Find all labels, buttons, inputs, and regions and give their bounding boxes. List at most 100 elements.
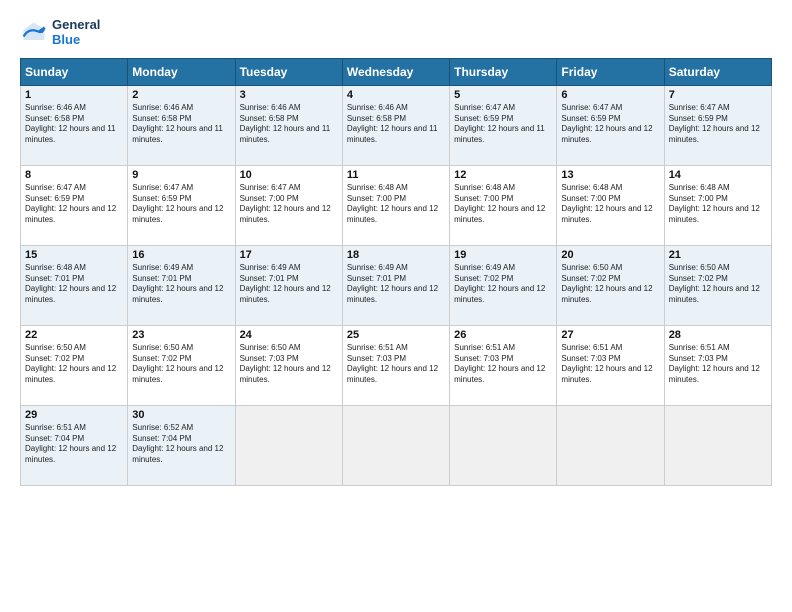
day-info: Sunrise: 6:48 AM Sunset: 7:01 PM Dayligh… (25, 263, 123, 306)
day-number: 27 (561, 329, 659, 341)
day-number: 13 (561, 169, 659, 181)
calendar-cell: 26 Sunrise: 6:51 AM Sunset: 7:03 PM Dayli… (450, 325, 557, 405)
calendar-body: 1 Sunrise: 6:46 AM Sunset: 6:58 PM Daylig… (21, 85, 772, 485)
calendar-cell: 3 Sunrise: 6:46 AM Sunset: 6:58 PM Daylig… (235, 85, 342, 165)
calendar-header-row: SundayMondayTuesdayWednesdayThursdayFrid… (21, 58, 772, 85)
col-header-friday: Friday (557, 58, 664, 85)
calendar-cell: 12 Sunrise: 6:48 AM Sunset: 7:00 PM Dayli… (450, 165, 557, 245)
day-number: 15 (25, 249, 123, 261)
day-info: Sunrise: 6:50 AM Sunset: 7:02 PM Dayligh… (25, 343, 123, 386)
col-header-thursday: Thursday (450, 58, 557, 85)
calendar-table: SundayMondayTuesdayWednesdayThursdayFrid… (20, 58, 772, 486)
day-info: Sunrise: 6:48 AM Sunset: 7:00 PM Dayligh… (669, 183, 767, 226)
day-info: Sunrise: 6:50 AM Sunset: 7:03 PM Dayligh… (240, 343, 338, 386)
calendar-cell: 4 Sunrise: 6:46 AM Sunset: 6:58 PM Daylig… (342, 85, 449, 165)
calendar-cell: 13 Sunrise: 6:48 AM Sunset: 7:00 PM Dayli… (557, 165, 664, 245)
day-number: 3 (240, 89, 338, 101)
calendar-cell: 15 Sunrise: 6:48 AM Sunset: 7:01 PM Dayli… (21, 245, 128, 325)
day-number: 6 (561, 89, 659, 101)
day-info: Sunrise: 6:46 AM Sunset: 6:58 PM Dayligh… (347, 103, 445, 146)
logo: General Blue (20, 18, 100, 48)
day-number: 12 (454, 169, 552, 181)
day-number: 11 (347, 169, 445, 181)
day-number: 1 (25, 89, 123, 101)
calendar-cell: 27 Sunrise: 6:51 AM Sunset: 7:03 PM Dayli… (557, 325, 664, 405)
page-header: General Blue (20, 18, 772, 48)
day-number: 10 (240, 169, 338, 181)
calendar-cell: 10 Sunrise: 6:47 AM Sunset: 7:00 PM Dayli… (235, 165, 342, 245)
logo-text: General Blue (52, 18, 100, 48)
day-info: Sunrise: 6:47 AM Sunset: 6:59 PM Dayligh… (454, 103, 552, 146)
calendar-cell (450, 405, 557, 485)
day-info: Sunrise: 6:50 AM Sunset: 7:02 PM Dayligh… (669, 263, 767, 306)
calendar-cell: 30 Sunrise: 6:52 AM Sunset: 7:04 PM Dayli… (128, 405, 235, 485)
day-info: Sunrise: 6:49 AM Sunset: 7:01 PM Dayligh… (347, 263, 445, 306)
day-number: 9 (132, 169, 230, 181)
day-info: Sunrise: 6:52 AM Sunset: 7:04 PM Dayligh… (132, 423, 230, 466)
day-number: 24 (240, 329, 338, 341)
calendar-cell: 8Sunrise: 6:47 AM Sunset: 6:59 PM Daylig… (21, 165, 128, 245)
day-info: Sunrise: 6:49 AM Sunset: 7:01 PM Dayligh… (132, 263, 230, 306)
day-info: Sunrise: 6:50 AM Sunset: 7:02 PM Dayligh… (132, 343, 230, 386)
week-row-3: 15 Sunrise: 6:48 AM Sunset: 7:01 PM Dayli… (21, 245, 772, 325)
day-info: Sunrise: 6:49 AM Sunset: 7:02 PM Dayligh… (454, 263, 552, 306)
col-header-sunday: Sunday (21, 58, 128, 85)
calendar-cell: 5 Sunrise: 6:47 AM Sunset: 6:59 PM Daylig… (450, 85, 557, 165)
calendar-cell: 17Sunrise: 6:49 AM Sunset: 7:01 PM Dayli… (235, 245, 342, 325)
calendar-cell (235, 405, 342, 485)
day-info: Sunrise: 6:46 AM Sunset: 6:58 PM Dayligh… (25, 103, 123, 146)
day-number: 26 (454, 329, 552, 341)
day-info: Sunrise: 6:50 AM Sunset: 7:02 PM Dayligh… (561, 263, 659, 306)
day-number: 14 (669, 169, 767, 181)
week-row-4: 22 Sunrise: 6:50 AM Sunset: 7:02 PM Dayli… (21, 325, 772, 405)
calendar-cell: 23Sunrise: 6:50 AM Sunset: 7:02 PM Dayli… (128, 325, 235, 405)
week-row-5: 29Sunrise: 6:51 AM Sunset: 7:04 PM Dayli… (21, 405, 772, 485)
day-info: Sunrise: 6:51 AM Sunset: 7:03 PM Dayligh… (454, 343, 552, 386)
col-header-saturday: Saturday (664, 58, 771, 85)
day-number: 7 (669, 89, 767, 101)
calendar-cell: 1 Sunrise: 6:46 AM Sunset: 6:58 PM Daylig… (21, 85, 128, 165)
day-number: 25 (347, 329, 445, 341)
calendar-cell: 21Sunrise: 6:50 AM Sunset: 7:02 PM Dayli… (664, 245, 771, 325)
day-info: Sunrise: 6:51 AM Sunset: 7:03 PM Dayligh… (561, 343, 659, 386)
day-number: 4 (347, 89, 445, 101)
day-number: 28 (669, 329, 767, 341)
day-info: Sunrise: 6:48 AM Sunset: 7:00 PM Dayligh… (561, 183, 659, 226)
day-number: 30 (132, 409, 230, 421)
calendar-cell: 16 Sunrise: 6:49 AM Sunset: 7:01 PM Dayli… (128, 245, 235, 325)
col-header-tuesday: Tuesday (235, 58, 342, 85)
day-number: 16 (132, 249, 230, 261)
week-row-2: 8Sunrise: 6:47 AM Sunset: 6:59 PM Daylig… (21, 165, 772, 245)
day-info: Sunrise: 6:51 AM Sunset: 7:03 PM Dayligh… (347, 343, 445, 386)
logo-icon (20, 19, 48, 47)
day-info: Sunrise: 6:47 AM Sunset: 6:59 PM Dayligh… (669, 103, 767, 146)
day-number: 5 (454, 89, 552, 101)
calendar-cell: 22 Sunrise: 6:50 AM Sunset: 7:02 PM Dayli… (21, 325, 128, 405)
calendar-cell (664, 405, 771, 485)
calendar-cell: 19 Sunrise: 6:49 AM Sunset: 7:02 PM Dayli… (450, 245, 557, 325)
day-info: Sunrise: 6:46 AM Sunset: 6:58 PM Dayligh… (240, 103, 338, 146)
day-number: 22 (25, 329, 123, 341)
day-number: 20 (561, 249, 659, 261)
col-header-wednesday: Wednesday (342, 58, 449, 85)
calendar-cell: 28Sunrise: 6:51 AM Sunset: 7:03 PM Dayli… (664, 325, 771, 405)
day-info: Sunrise: 6:48 AM Sunset: 7:00 PM Dayligh… (454, 183, 552, 226)
calendar-cell: 18 Sunrise: 6:49 AM Sunset: 7:01 PM Dayli… (342, 245, 449, 325)
calendar-cell: 9Sunrise: 6:47 AM Sunset: 6:59 PM Daylig… (128, 165, 235, 245)
calendar-cell: 6 Sunrise: 6:47 AM Sunset: 6:59 PM Daylig… (557, 85, 664, 165)
calendar-cell: 24 Sunrise: 6:50 AM Sunset: 7:03 PM Dayli… (235, 325, 342, 405)
day-number: 18 (347, 249, 445, 261)
day-info: Sunrise: 6:47 AM Sunset: 6:59 PM Dayligh… (561, 103, 659, 146)
calendar-cell: 20 Sunrise: 6:50 AM Sunset: 7:02 PM Dayli… (557, 245, 664, 325)
day-info: Sunrise: 6:46 AM Sunset: 6:58 PM Dayligh… (132, 103, 230, 146)
col-header-monday: Monday (128, 58, 235, 85)
day-info: Sunrise: 6:47 AM Sunset: 6:59 PM Dayligh… (25, 183, 123, 226)
day-info: Sunrise: 6:47 AM Sunset: 7:00 PM Dayligh… (240, 183, 338, 226)
calendar-cell: 7 Sunrise: 6:47 AM Sunset: 6:59 PM Daylig… (664, 85, 771, 165)
day-number: 29 (25, 409, 123, 421)
day-info: Sunrise: 6:49 AM Sunset: 7:01 PM Dayligh… (240, 263, 338, 306)
day-number: 19 (454, 249, 552, 261)
calendar-cell: 25 Sunrise: 6:51 AM Sunset: 7:03 PM Dayli… (342, 325, 449, 405)
calendar-cell (342, 405, 449, 485)
calendar-cell: 29Sunrise: 6:51 AM Sunset: 7:04 PM Dayli… (21, 405, 128, 485)
